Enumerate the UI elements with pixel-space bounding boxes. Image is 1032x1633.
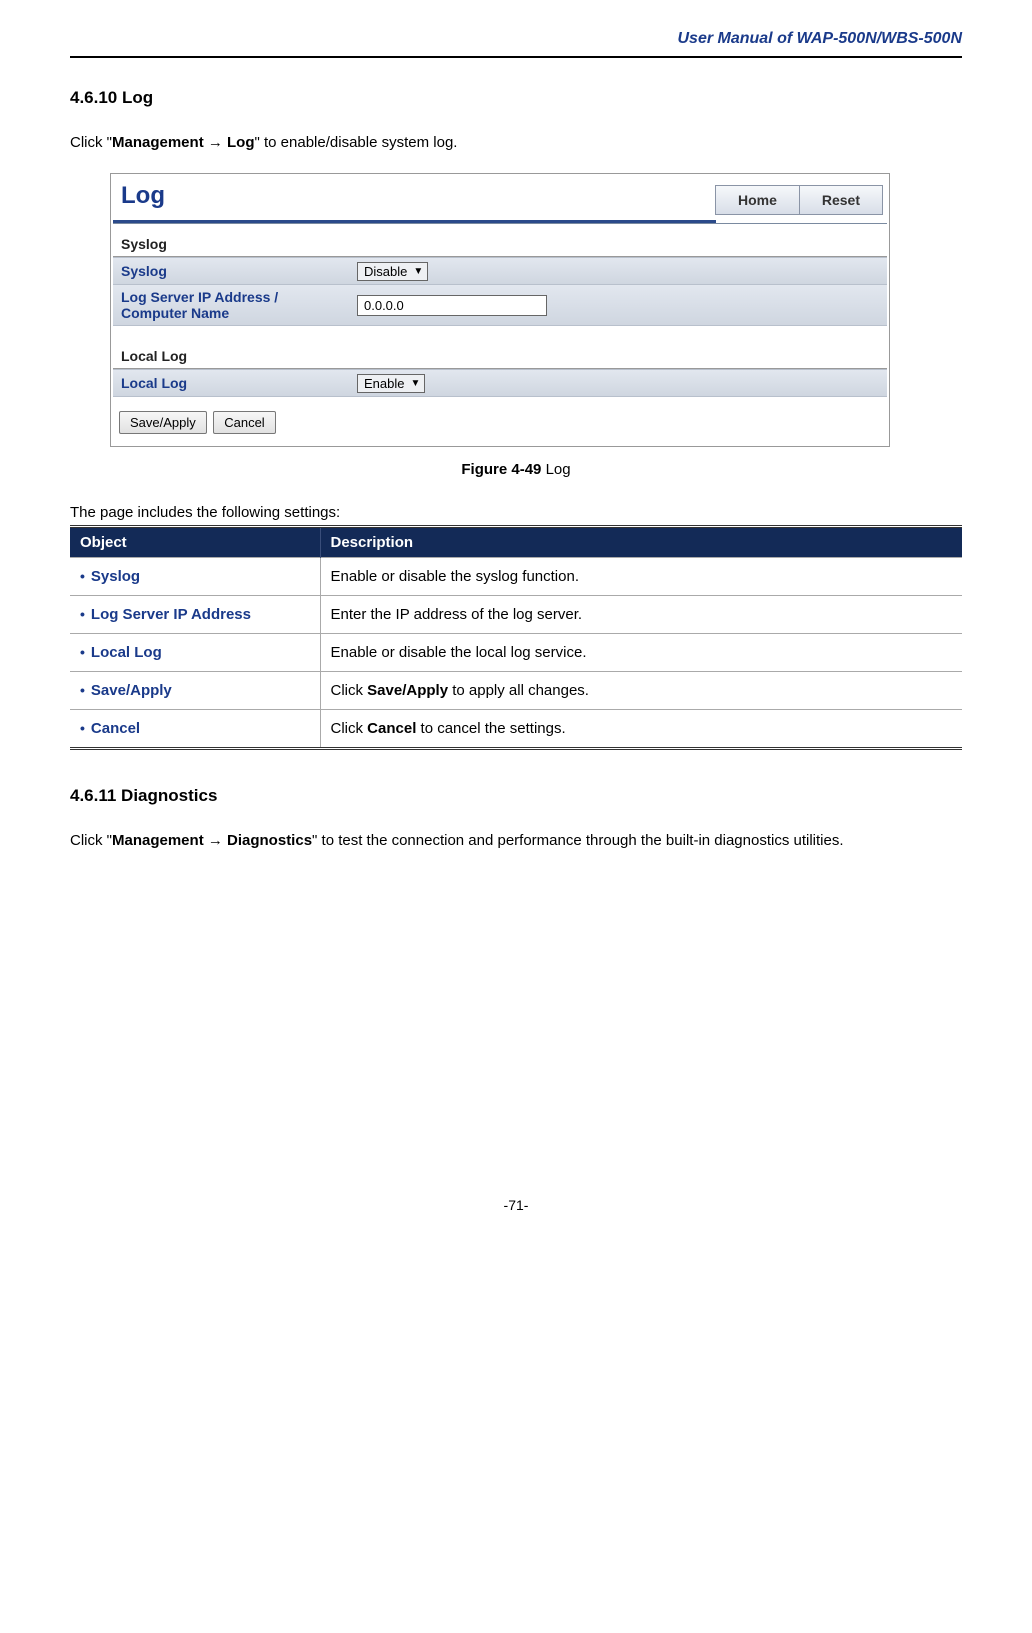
obj-label: Cancel [91, 720, 140, 737]
page-number: -71- [70, 1197, 962, 1233]
cancel-button[interactable]: Cancel [213, 411, 275, 434]
doc-header: User Manual of WAP-500N/WBS-500N [70, 30, 962, 58]
bullet-icon: • [80, 568, 85, 584]
bullet-icon: • [80, 720, 85, 736]
table-row: • Save/Apply Click Save/Apply to apply al… [70, 672, 962, 710]
table-cell-desc: Click Save/Apply to apply all changes. [320, 672, 962, 710]
table-cell-desc: Click Cancel to cancel the settings. [320, 710, 962, 749]
syslog-row: Syslog Disable ▼ [113, 257, 887, 285]
section-heading-log: 4.6.10 Log [70, 88, 962, 108]
logserver-control: 0.0.0.0 [353, 292, 551, 319]
syslog-select-value: Disable [364, 264, 407, 279]
locallog-control: Enable ▼ [353, 371, 429, 396]
table-cell-object: • Save/Apply [70, 672, 320, 710]
intro-diag-prefix: Click " [70, 832, 112, 849]
save-apply-button[interactable]: Save/Apply [119, 411, 207, 434]
table-cell-object: • Local Log [70, 634, 320, 672]
desc-post: to cancel the settings. [416, 720, 565, 737]
table-cell-object: • Cancel [70, 710, 320, 749]
intro-log-suffix: " to enable/disable system log. [255, 134, 458, 151]
obj-label: Log Server IP Address [91, 606, 251, 623]
table-row: • Syslog Enable or disable the syslog fun… [70, 558, 962, 596]
home-button[interactable]: Home [715, 185, 800, 215]
intro-log: Click "Management → Log" to enable/disab… [70, 126, 962, 159]
intro-diag-bold: Management → Diagnostics [112, 832, 312, 849]
desc-bold: Save/Apply [367, 682, 448, 699]
figure-actions: Save/Apply Cancel [113, 397, 887, 444]
desc-post: to apply all changes. [448, 682, 589, 699]
obj-label: Local Log [91, 644, 162, 661]
table-cell-desc: Enable or disable the local log service. [320, 634, 962, 672]
desc-pre: Enter the IP address of the log server. [331, 606, 583, 623]
table-row: • Cancel Click Cancel to cancel the setti… [70, 710, 962, 749]
figure-caption: Figure 4-49 Log [70, 461, 962, 478]
desc-bold: Cancel [367, 720, 416, 737]
table-cell-desc: Enable or disable the syslog function. [320, 558, 962, 596]
locallog-select-value: Enable [364, 376, 404, 391]
figure-log-screenshot: Log Home Reset Syslog Syslog Disable ▼ L… [110, 173, 890, 447]
locallog-label: Local Log [113, 371, 353, 395]
settings-header-description: Description [320, 527, 962, 558]
table-row: • Local Log Enable or disable the local l… [70, 634, 962, 672]
locallog-row: Local Log Enable ▼ [113, 369, 887, 397]
page: User Manual of WAP-500N/WBS-500N 4.6.10 … [0, 0, 1032, 1253]
desc-pre: Enable or disable the syslog function. [331, 568, 580, 585]
intro-log-bold: Management → Log [112, 134, 255, 151]
table-cell-object: • Syslog [70, 558, 320, 596]
bullet-icon: • [80, 606, 85, 622]
reset-button[interactable]: Reset [799, 185, 883, 215]
desc-pre: Click [331, 720, 368, 737]
figure-title: Log [113, 176, 716, 223]
figure-button-group: Home Reset [716, 176, 887, 223]
obj-label: Syslog [91, 568, 140, 585]
obj-label: Save/Apply [91, 682, 172, 699]
intro-diag-suffix: " to test the connection and performance… [312, 832, 843, 849]
intro-diagnostics: Click "Management → Diagnostics" to test… [70, 824, 962, 857]
table-cell-object: • Log Server IP Address [70, 596, 320, 634]
logserver-input[interactable]: 0.0.0.0 [357, 295, 547, 316]
settings-intro: The page includes the following settings… [70, 504, 962, 521]
table-cell-desc: Enter the IP address of the log server. [320, 596, 962, 634]
settings-header-object: Object [70, 527, 320, 558]
chevron-down-icon: ▼ [413, 266, 423, 277]
intro-log-prefix: Click " [70, 134, 112, 151]
syslog-control: Disable ▼ [353, 259, 432, 284]
syslog-group-heading: Syslog [113, 224, 887, 257]
locallog-group-heading: Local Log [113, 326, 887, 369]
settings-header-row: Object Description [70, 527, 962, 558]
table-row: • Log Server IP Address Enter the IP addr… [70, 596, 962, 634]
section-heading-diagnostics: 4.6.11 Diagnostics [70, 786, 962, 806]
logserver-label: Log Server IP Address / Computer Name [113, 285, 353, 325]
settings-table: Object Description • Syslog Enable or dis… [70, 525, 962, 750]
locallog-select[interactable]: Enable ▼ [357, 374, 425, 393]
syslog-label: Syslog [113, 259, 353, 283]
figure-titlebar: Log Home Reset [113, 176, 887, 224]
bullet-icon: • [80, 644, 85, 660]
figure-caption-rest: Log [541, 461, 570, 478]
syslog-select[interactable]: Disable ▼ [357, 262, 428, 281]
figure-caption-bold: Figure 4-49 [461, 461, 541, 478]
bullet-icon: • [80, 682, 85, 698]
logserver-row: Log Server IP Address / Computer Name 0.… [113, 284, 887, 326]
chevron-down-icon: ▼ [410, 378, 420, 389]
desc-pre: Click [331, 682, 368, 699]
desc-pre: Enable or disable the local log service. [331, 644, 587, 661]
